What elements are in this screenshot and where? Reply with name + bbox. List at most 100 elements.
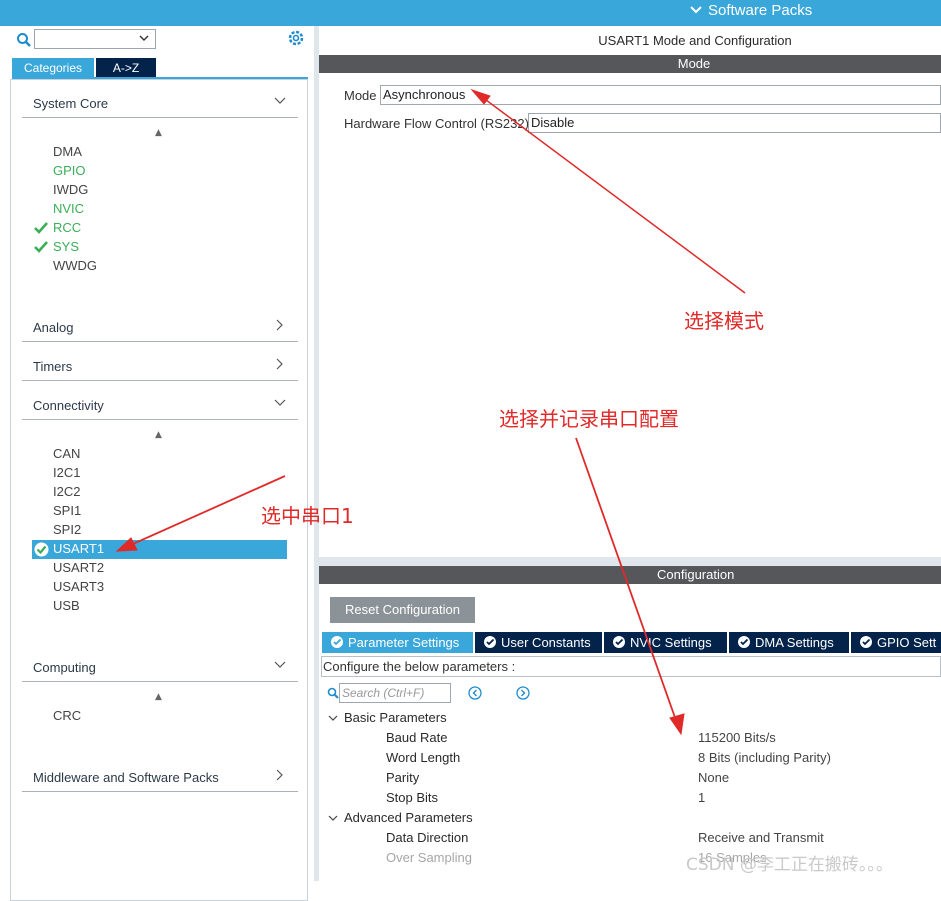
list-item-wwdg[interactable]: WWDG	[53, 258, 97, 273]
tab-dma-settings[interactable]: DMA Settings	[729, 632, 849, 653]
section-title: Middleware and Software Packs	[33, 770, 219, 785]
list-item-nvic[interactable]: NVIC	[53, 201, 84, 216]
split-handle[interactable]	[319, 557, 941, 566]
tab-parameter-settings[interactable]: Parameter Settings	[322, 632, 473, 653]
check-circle-icon	[860, 636, 872, 648]
param-value-stop-bits[interactable]: 1	[698, 790, 705, 805]
chevron-down-icon	[274, 399, 286, 406]
mode-select[interactable]: Asynchronous	[380, 85, 941, 105]
configuration-header: Configuration	[319, 566, 941, 584]
arrow-head	[669, 713, 685, 736]
list-item-spi2[interactable]: SPI2	[53, 522, 81, 537]
param-value-word-length[interactable]: 8 Bits (including Parity)	[698, 750, 831, 765]
gear-icon[interactable]	[287, 29, 305, 47]
advanced-parameters-group[interactable]: Advanced Parameters	[344, 810, 473, 825]
list-item-label: USART1	[53, 541, 105, 556]
tab-nvic-settings[interactable]: NVIC Settings	[604, 632, 727, 653]
section-title: Computing	[33, 660, 96, 675]
hw-flow-label: Hardware Flow Control (RS232)	[344, 116, 529, 131]
page-title: USART1 Mode and Configuration	[319, 33, 941, 48]
list-item-rcc[interactable]: RCC	[53, 220, 81, 235]
configure-instructions: Configure the below parameters :	[321, 656, 941, 677]
check-circle-icon	[613, 636, 625, 648]
mode-header-label: Mode	[677, 56, 711, 71]
search-icon[interactable]	[327, 687, 339, 699]
tab-label: NVIC Settings	[630, 635, 712, 650]
component-search-input[interactable]	[34, 29, 156, 49]
annotation-select-mode: 选择模式	[684, 309, 764, 333]
section-analog[interactable]: Analog	[22, 315, 298, 342]
software-packs-menu[interactable]: Software Packs	[690, 2, 812, 19]
chevron-down-icon[interactable]	[139, 34, 149, 45]
tab-user-constants[interactable]: User Constants	[475, 632, 602, 653]
parameter-search-input[interactable]: Search (Ctrl+F)	[339, 683, 451, 703]
chevron-right-icon	[276, 358, 283, 370]
tab-label: GPIO Sett	[877, 635, 937, 650]
list-item-usart2[interactable]: USART2	[53, 560, 104, 575]
chevron-right-icon	[276, 769, 283, 781]
chevron-down-icon	[274, 97, 286, 104]
top-bar: Software Packs	[0, 0, 941, 26]
reset-configuration-button[interactable]: Reset Configuration	[330, 597, 475, 623]
list-item-usb[interactable]: USB	[53, 598, 80, 613]
tab-gpio-settings[interactable]: GPIO Sett	[851, 632, 941, 653]
list-item-gpio[interactable]: GPIO	[53, 163, 86, 178]
config-tabs: Parameter Settings User Constants NVIC S…	[322, 632, 941, 653]
hw-flow-select[interactable]: Disable	[528, 113, 941, 133]
section-middleware[interactable]: Middleware and Software Packs	[22, 765, 298, 792]
check-circle-icon	[738, 636, 750, 648]
tab-label: Parameter Settings	[348, 635, 460, 650]
list-item-i2c2[interactable]: I2C2	[53, 484, 80, 499]
section-title: Analog	[33, 320, 74, 335]
check-circle-icon	[34, 542, 49, 557]
param-value-baud-rate[interactable]: 115200 Bits/s	[698, 730, 776, 745]
param-label-word-length: Word Length	[386, 750, 461, 765]
check-icon	[34, 241, 48, 253]
chevron-down-icon[interactable]	[328, 813, 338, 823]
param-label-parity: Parity	[386, 770, 420, 785]
panel-divider[interactable]	[314, 26, 319, 881]
next-icon[interactable]	[516, 686, 530, 700]
annotation-select-uart: 选中串口1	[261, 504, 354, 528]
check-circle-icon	[484, 636, 496, 648]
chevron-down-icon	[690, 2, 702, 19]
section-title: System Core	[33, 96, 109, 111]
param-label-baud-rate: Baud Rate	[386, 730, 448, 745]
mode-label: Mode	[344, 88, 377, 103]
tab-label: User Constants	[501, 635, 591, 650]
annotation-select-config: 选择并记录串口配置	[499, 407, 679, 431]
section-computing[interactable]: Computing	[22, 655, 298, 682]
param-value-parity[interactable]: None	[698, 770, 729, 785]
left-panel: Categories A->Z	[0, 26, 314, 901]
chevron-down-icon[interactable]	[328, 713, 338, 723]
section-timers[interactable]: Timers	[22, 354, 298, 381]
param-value-data-direction[interactable]: Receive and Transmit	[698, 830, 824, 845]
search-icon[interactable]	[16, 32, 32, 48]
section-title: Timers	[33, 359, 73, 374]
software-packs-label: Software Packs	[708, 2, 813, 19]
section-system-core[interactable]: System Core	[22, 91, 298, 118]
sort-icon[interactable]: ▲	[155, 430, 162, 440]
list-item-iwdg[interactable]: IWDG	[53, 182, 88, 197]
list-item-can[interactable]: CAN	[53, 446, 80, 461]
list-item-usart3[interactable]: USART3	[53, 579, 104, 594]
param-label-stop-bits: Stop Bits	[386, 790, 439, 805]
list-item-crc[interactable]: CRC	[53, 708, 81, 723]
sort-icon[interactable]: ▲	[155, 692, 162, 702]
left-search-row	[0, 26, 314, 54]
chevron-right-icon	[276, 319, 283, 331]
configuration-header-label: Configuration	[657, 567, 735, 582]
sort-icon[interactable]: ▲	[155, 128, 162, 138]
list-item-sys[interactable]: SYS	[53, 239, 79, 254]
tab-categories[interactable]: Categories	[12, 58, 94, 78]
previous-icon[interactable]	[468, 686, 482, 700]
list-item-spi1[interactable]: SPI1	[53, 503, 81, 518]
list-item-i2c1[interactable]: I2C1	[53, 465, 80, 480]
basic-parameters-group[interactable]: Basic Parameters	[344, 710, 447, 725]
list-item-usart1[interactable]: USART1	[32, 540, 287, 559]
check-icon	[34, 222, 48, 234]
section-connectivity[interactable]: Connectivity	[22, 393, 298, 420]
list-item-dma[interactable]: DMA	[53, 144, 82, 159]
section-title: Connectivity	[33, 398, 104, 413]
tab-a-z[interactable]: A->Z	[96, 58, 156, 78]
